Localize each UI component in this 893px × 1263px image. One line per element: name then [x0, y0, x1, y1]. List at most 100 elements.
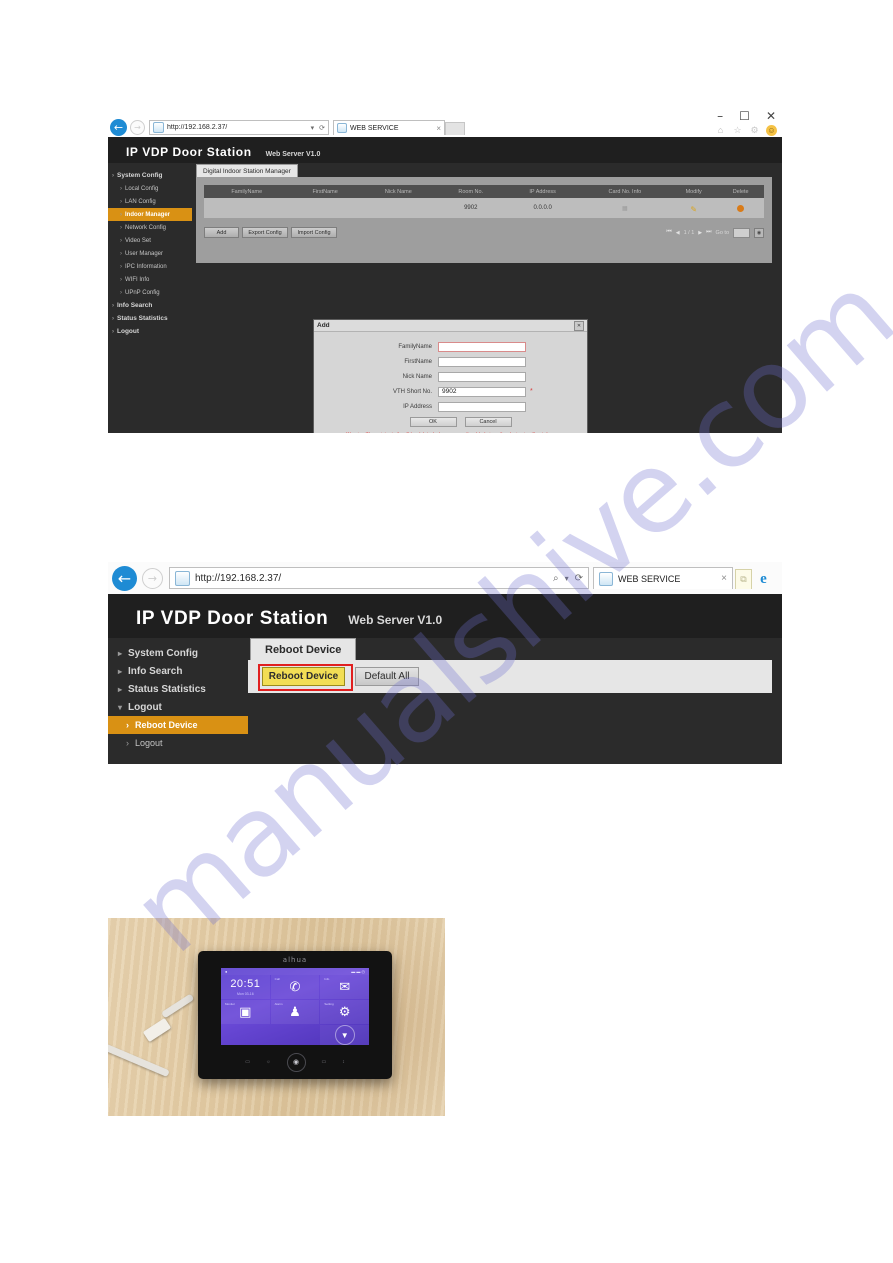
search-icon[interactable]: ⌕ — [553, 573, 559, 584]
contacts-tile[interactable]: Alarm ♟ — [270, 1000, 320, 1024]
dialog-close-icon[interactable]: ✕ — [574, 320, 584, 331]
ok-button[interactable]: OK — [409, 417, 457, 427]
field-ip-address: IP Address — [314, 399, 587, 414]
sidebar-item-lan-config[interactable]: › LAN Config — [108, 195, 192, 208]
maximize-icon[interactable]: ☐ — [739, 110, 750, 122]
key-2-icon[interactable]: ☼ — [266, 1059, 271, 1065]
forward-button[interactable]: → — [142, 567, 163, 589]
cell-card-no-info[interactable]: ▦ — [579, 198, 671, 218]
nick-name-input[interactable] — [438, 371, 526, 382]
refresh-icon[interactable]: ⟳ — [575, 573, 583, 584]
sidebar-item-system-config[interactable]: › System Config — [108, 169, 192, 182]
refresh-icon[interactable]: ⟳ — [319, 124, 325, 132]
tab-reboot-device[interactable]: Reboot Device — [250, 638, 357, 660]
chevron-down-icon[interactable]: ▾ — [565, 574, 569, 583]
sidebar-item-label: Status Statistics — [117, 315, 168, 322]
monitor-screen[interactable]: ● ▬ ▬ ◴ Call ✆ Info ✉ 20:51 Mon 03-16 Mo… — [221, 968, 369, 1045]
sidebar-item-label: User Manager — [125, 250, 164, 257]
first-name-input[interactable] — [438, 356, 526, 367]
sidebar-item-logout[interactable]: › Logout — [108, 325, 192, 338]
window-controls-1[interactable]: – ☐ ✕ — [717, 110, 776, 122]
sidebar-item-status-statistics[interactable]: ▸ Status Statistics — [108, 680, 248, 698]
default-all-button[interactable]: Default All — [355, 667, 419, 686]
sidebar-item-info-search[interactable]: › Info Search — [108, 299, 192, 312]
back-button[interactable]: ← — [110, 119, 127, 136]
address-bar[interactable]: http://192.168.2.37/ ⌕ ▾ ⟳ — [169, 567, 589, 589]
ie-logo-icon[interactable]: e — [754, 569, 773, 589]
browser-tabstrip-2: WEB SERVICE × ⧉ e — [593, 567, 773, 589]
forward-arrow-icon: → — [134, 123, 141, 132]
sidebar-item-status-statistics[interactable]: › Status Statistics — [108, 312, 192, 325]
sidebar-item-video-set[interactable]: › Video Set — [108, 234, 192, 247]
pencil-icon[interactable]: ✎ — [690, 205, 697, 214]
add-dialog[interactable]: Add ✕ FamilyName FirstName Nick Name VTH… — [313, 319, 588, 433]
gear-icon[interactable]: ⚙ — [749, 125, 760, 136]
new-tab-button[interactable]: ⧉ — [735, 569, 752, 589]
sidebar-item-ipc-information[interactable]: › IPC Information — [108, 260, 192, 273]
next-page-icon[interactable]: ▶ — [698, 230, 702, 236]
minimize-icon[interactable]: – — [717, 110, 723, 122]
cell-modify[interactable]: ✎ — [670, 198, 718, 218]
address-bar[interactable]: http://192.168.2.37/ ▾ ⟳ — [149, 120, 329, 135]
ie-command-icons-1[interactable]: ⌂ ☆ ⚙ ☺ — [715, 125, 777, 136]
sidebar-item-upnp-config[interactable]: › UPnP Config — [108, 286, 192, 299]
tab-web-service[interactable]: WEB SERVICE × — [593, 567, 733, 589]
address-bar-actions[interactable]: ▾ ⟳ — [311, 124, 325, 132]
vth-short-no-input[interactable]: 9902 — [438, 386, 526, 397]
cancel-button[interactable]: Cancel — [464, 417, 512, 427]
new-tab-button[interactable] — [445, 122, 465, 135]
goto-go-button[interactable]: ◉ — [754, 227, 764, 238]
tab-close-icon[interactable]: × — [721, 573, 727, 584]
home-icon[interactable]: ⌂ — [715, 125, 726, 136]
goto-page-input[interactable] — [733, 227, 750, 238]
export-config-button[interactable]: Export Config — [242, 227, 288, 238]
sidebar-item-reboot-device[interactable]: › Reboot Device — [108, 716, 248, 734]
first-page-icon[interactable]: ⏮ — [666, 229, 671, 236]
sidebar-item-network-config[interactable]: › Network Config — [108, 221, 192, 234]
settings-tile[interactable]: Setting ⚙ — [320, 1000, 369, 1024]
ip-address-input[interactable] — [438, 401, 526, 412]
sidebar-item-system-config[interactable]: ▸ System Config — [108, 644, 248, 662]
delete-icon[interactable] — [737, 205, 745, 212]
smile-icon[interactable]: ☺ — [766, 125, 777, 136]
chevron-down-icon[interactable]: ▾ — [311, 124, 315, 132]
sidebar-item-user-manager[interactable]: › User Manager — [108, 247, 192, 260]
favorites-icon[interactable]: ☆ — [732, 125, 743, 136]
tab-close-icon[interactable]: × — [436, 124, 441, 133]
tab-digital-indoor-station-manager[interactable]: Digital Indoor Station Manager — [196, 164, 298, 177]
key-4-icon[interactable]: ▭ — [322, 1059, 327, 1065]
default-all-button-label: Default All — [364, 671, 410, 682]
home-button[interactable]: ◉ — [286, 1052, 306, 1072]
add-button[interactable]: Add — [204, 227, 239, 238]
page-subtitle: Web Server V1.0 — [265, 151, 321, 158]
last-page-icon[interactable]: ⏭ — [706, 229, 711, 236]
close-icon[interactable]: ✕ — [766, 110, 776, 122]
sidebar-item-wifi-info[interactable]: › WIFI Info — [108, 273, 192, 286]
card-icon[interactable]: ▦ — [622, 206, 628, 212]
reboot-device-button[interactable]: Reboot Device — [262, 667, 345, 686]
prev-page-icon[interactable]: ◀ — [676, 230, 680, 236]
sidebar-item-local-config[interactable]: › Local Config — [108, 182, 192, 195]
key-1-icon[interactable]: ▭ — [245, 1059, 250, 1065]
message-tile[interactable]: Info ✉ — [320, 975, 369, 999]
call-tile[interactable]: Call ✆ — [270, 975, 320, 999]
browser-navbar-1: ← → http://192.168.2.37/ ▾ ⟳ WEB SERVICE… — [108, 118, 465, 137]
sidebar-item-info-search[interactable]: ▸ Info Search — [108, 662, 248, 680]
wifi-tile[interactable]: ▼ — [320, 1025, 369, 1045]
sidebar-item-indoor-manager[interactable]: › Indoor Manager — [108, 208, 192, 221]
family-name-input[interactable] — [438, 341, 526, 352]
monitor-tile[interactable]: Monitor ▣ — [221, 1000, 270, 1024]
sidebar-item-logout-group[interactable]: ▾ Logout — [108, 698, 248, 716]
content-tab-label: Reboot Device — [265, 643, 342, 656]
table-pagination[interactable]: ⏮ ◀ 1 / 1 ▶ ⏭ Go to ◉ — [666, 227, 764, 238]
address-bar-actions[interactable]: ⌕ ▾ ⟳ — [553, 573, 583, 584]
cell-delete[interactable] — [717, 198, 764, 218]
forward-button[interactable]: → — [130, 120, 145, 135]
import-config-button[interactable]: Import Config — [291, 227, 337, 238]
sidebar-item-logout[interactable]: › Logout — [108, 734, 248, 752]
camera-icon: ▣ — [239, 1004, 252, 1020]
tab-web-service[interactable]: WEB SERVICE × — [333, 120, 445, 135]
key-5-icon[interactable]: ↕ — [342, 1059, 345, 1065]
table-row[interactable]: 9902 0.0.0.0 ▦ ✎ — [204, 198, 764, 218]
back-button[interactable]: ← — [112, 565, 137, 591]
